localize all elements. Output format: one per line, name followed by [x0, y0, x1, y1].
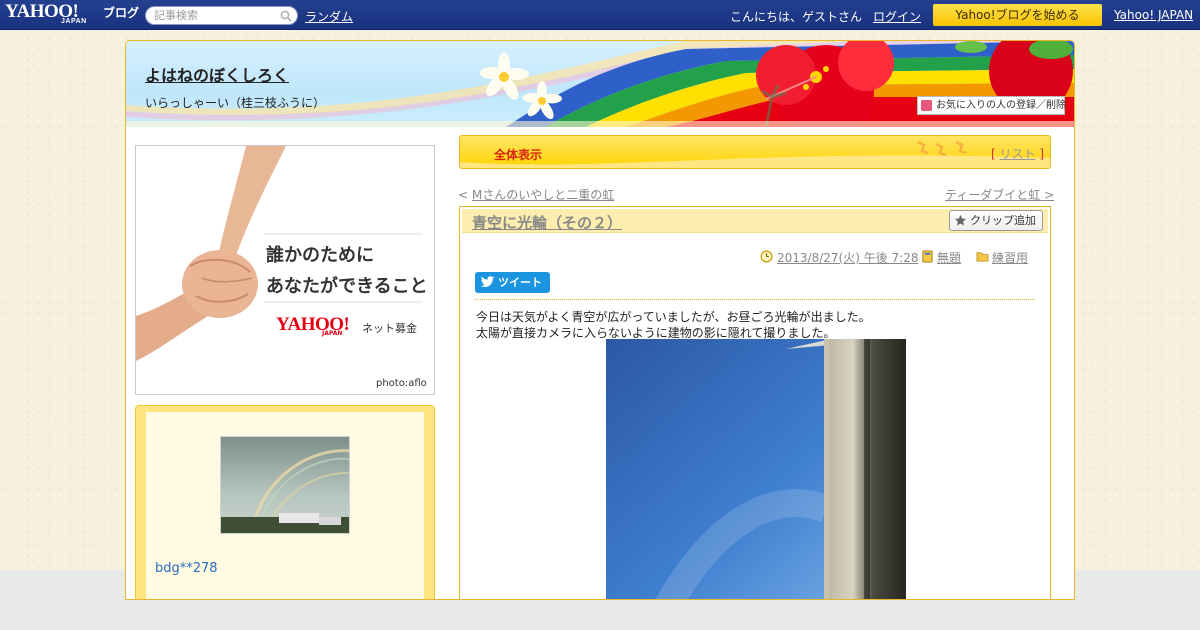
article-title[interactable]: 青空に光輪（その２） [472, 212, 622, 233]
ad-text-line1: 誰かのために [266, 245, 374, 266]
twitter-bird-icon [481, 276, 495, 287]
blog-container: よはねのぼくしろく いらっしゃーい（桂三枝ふうに） お気に入りの人の登録／削除 … [125, 40, 1075, 600]
clock-icon [760, 250, 773, 263]
greeting-text: こんにちは、ゲストさん [730, 10, 863, 24]
article-category-link[interactable]: 練習用 [992, 249, 1028, 266]
article-photo[interactable] [606, 339, 906, 599]
global-header: YAHOO! JAPAN ブログ ランダム こんにちは、ゲストさん ログイン Y… [0, 0, 1200, 30]
next-article-link[interactable]: ティーダブイと虹 > [945, 186, 1054, 203]
profile-rainbow-image [221, 437, 349, 533]
login-link[interactable]: ログイン [873, 8, 921, 25]
random-link[interactable]: ランダム [305, 8, 353, 25]
logo-blog-text: ブログ [103, 6, 140, 20]
folder-icon [976, 252, 989, 262]
start-blog-button[interactable]: Yahoo!ブログを始める [933, 4, 1102, 26]
article-theme-link[interactable]: 無題 [937, 249, 961, 266]
article-date-link[interactable]: 2013/8/27(火) 午後 7:28 [777, 249, 918, 266]
star-icon [954, 214, 967, 226]
article-header: 青空に光輪（その２） クリップ追加 [462, 209, 1048, 233]
list-view-link[interactable]: リスト [1000, 147, 1036, 161]
article-divider [475, 299, 1035, 300]
ad-text-line2: あなたができること [266, 276, 428, 297]
search-icon[interactable] [280, 10, 292, 22]
profile-box: bdg**278 [135, 405, 435, 599]
view-bar-decoration [460, 140, 1050, 168]
charity-ad-banner[interactable]: 誰かのために あなたができること YAHOO! JAPAN ネット募金 phot… [135, 145, 435, 395]
handshake-image [136, 146, 434, 394]
logo-japan-text: JAPAN [61, 18, 87, 25]
prev-article-link[interactable]: < Mさんのいやしと二重の虹 [458, 186, 614, 203]
prev-article-title: Mさんのいやしと二重の虹 [471, 188, 615, 202]
ad-bokin-text: ネット募金 [362, 322, 417, 335]
list-view-link-wrapper: [ リスト ] [991, 145, 1044, 162]
list-bracket-close: ] [1039, 147, 1045, 161]
profile-inner: bdg**278 [146, 412, 424, 599]
blog-header-banner: よはねのぼくしろく いらっしゃーい（桂三枝ふうに） お気に入りの人の登録／削除 [126, 41, 1074, 127]
profile-name-link[interactable]: bdg**278 [155, 561, 218, 576]
clip-add-button[interactable]: クリップ追加 [949, 210, 1043, 231]
tweet-button[interactable]: ツイート [475, 272, 550, 293]
search-box [145, 6, 298, 25]
search-input[interactable] [154, 8, 274, 23]
blog-title[interactable]: よはねのぼくしろく [145, 62, 289, 86]
ad-photo-credit: photo:aflo [376, 378, 427, 389]
next-marker: > [1044, 188, 1055, 202]
article: 青空に光輪（その２） クリップ追加 2013/8/27(火) 午後 7:28 無… [459, 206, 1051, 599]
view-all-label[interactable]: 全体表示 [494, 146, 542, 163]
favorite-register-label: お気に入りの人の登録／削除 [936, 100, 1066, 111]
blog-subtitle: いらっしゃーい（桂三枝ふうに） [145, 96, 326, 110]
prev-marker: < [458, 188, 469, 202]
favorite-heart-icon [921, 100, 932, 111]
next-article-title: ティーダブイと虹 [945, 188, 1041, 202]
view-mode-bar: 全体表示 [ リスト ] [459, 135, 1051, 169]
yahoo-japan-link[interactable]: Yahoo! JAPAN [1114, 8, 1193, 22]
list-bracket-open: [ [991, 147, 996, 161]
favorite-register-button[interactable]: お気に入りの人の登録／削除 [917, 96, 1066, 115]
profile-photo[interactable] [220, 436, 350, 534]
article-body-line-1: 今日は天気がよく青空が広がっていましたが、お昼ごろ光輪が出ました。 [476, 310, 871, 324]
clip-add-label: クリップ追加 [970, 214, 1036, 227]
sky-halo-photo [606, 339, 906, 599]
tweet-label: ツイート [498, 276, 542, 289]
theme-book-icon [922, 250, 933, 263]
ad-yahoo-logo-sub: JAPAN [322, 330, 343, 337]
